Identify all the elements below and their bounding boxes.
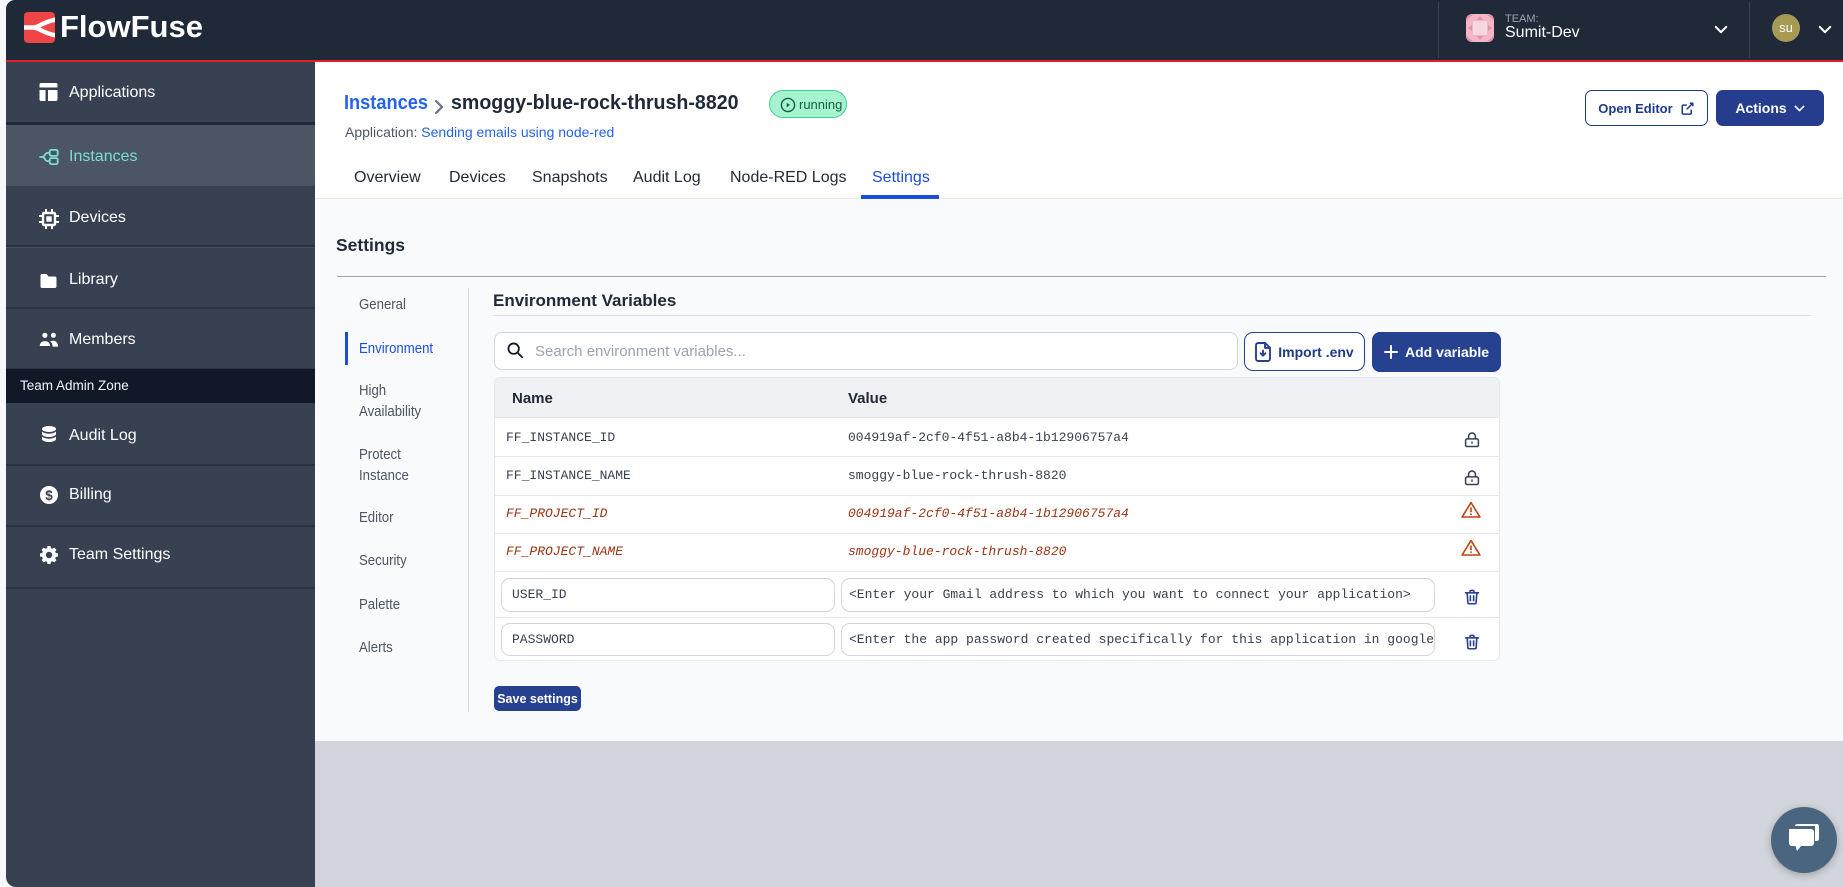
svg-text:$: $ (45, 488, 53, 503)
